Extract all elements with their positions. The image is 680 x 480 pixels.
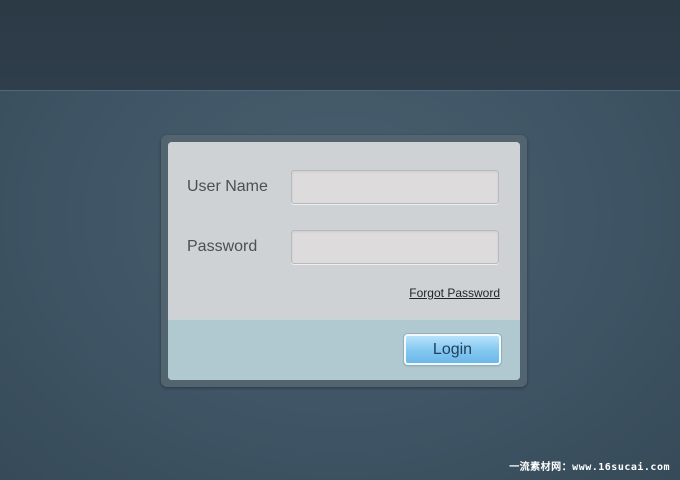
username-label: User Name <box>187 178 268 195</box>
watermark-text: 一流素材网：www.16sucai.com <box>509 462 670 473</box>
login-form-body: User Name Password Forgot Password <box>168 142 520 319</box>
login-button[interactable]: Login <box>404 334 501 365</box>
login-form-footer: Login <box>168 319 520 380</box>
login-card: User Name Password Forgot Password Login <box>168 142 520 380</box>
forgot-password-link[interactable]: Forgot Password <box>409 286 500 300</box>
login-panel-frame: User Name Password Forgot Password Login <box>161 135 527 387</box>
password-input[interactable] <box>291 230 499 264</box>
username-input[interactable] <box>291 170 499 204</box>
password-label: Password <box>187 238 258 255</box>
top-header-band <box>0 0 680 91</box>
